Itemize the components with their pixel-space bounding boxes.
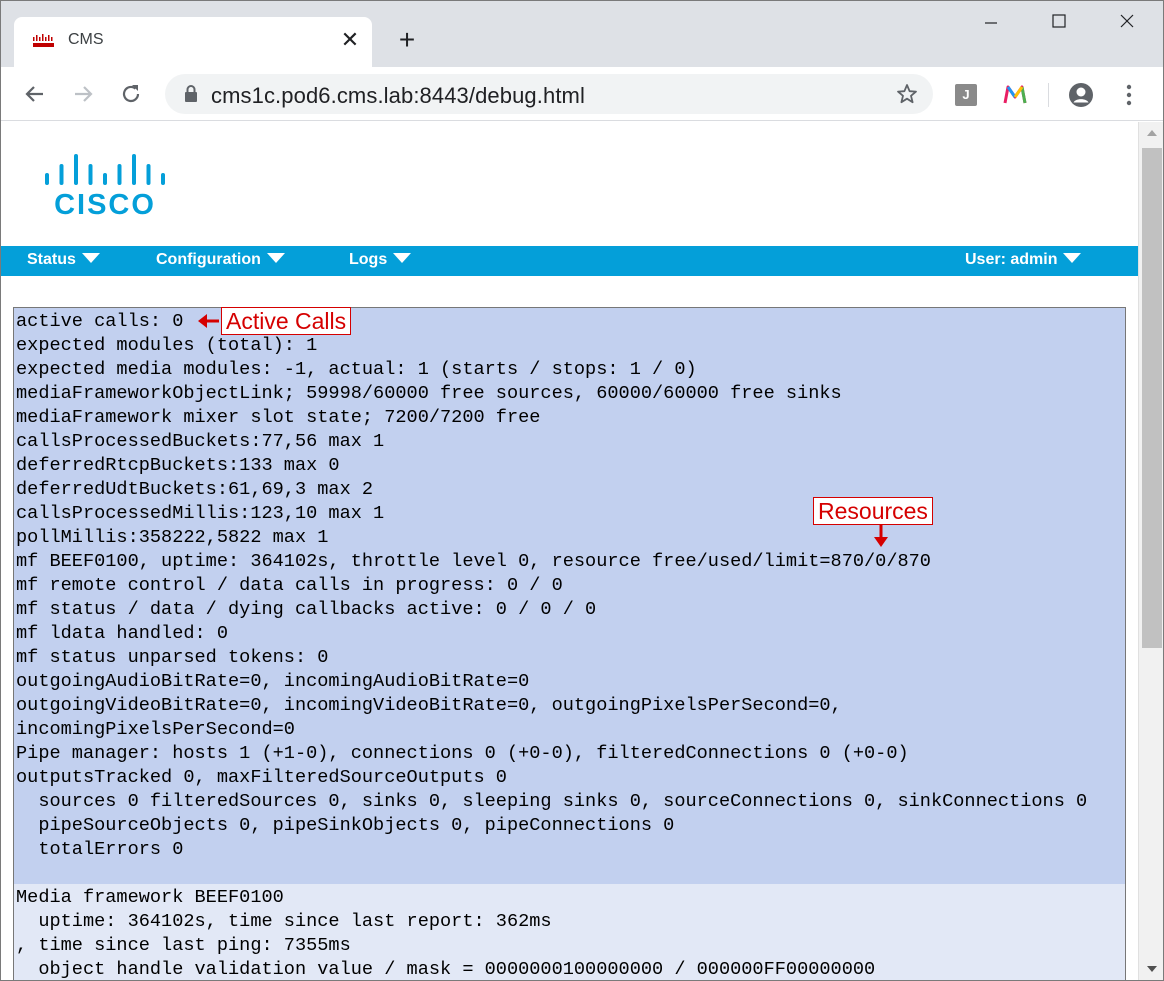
forward-arrow-icon [75,86,93,102]
debug-line: outgoingVideoBitRate=0, incomingVideoBit… [16,695,842,716]
reload-icon [122,85,140,103]
lock-icon [185,85,197,102]
maximize-button[interactable] [1039,13,1079,39]
minimize-icon [985,22,997,24]
back-arrow-icon [25,86,43,102]
debug-line: , time since last ping: 7355ms [16,935,351,956]
nav-user-label: User: admin [965,251,1058,268]
debug-line: expected media modules: -1, actual: 1 (s… [16,359,697,380]
nav-user-menu[interactable]: User: admin [965,251,1082,269]
annotation-arrow-left-icon [198,314,219,328]
tab-close-icon[interactable]: ✕ [338,29,362,53]
debug-line: Media framework BEEF0100 [16,887,284,908]
url-text: cms1c.pod6.cms.lab:8443/debug.html [211,83,585,108]
toolbar-separator [1048,83,1049,107]
debug-line: pipeSourceObjects 0, pipeSinkObjects 0, … [16,815,675,836]
debug-line: mf status / data / dying callbacks activ… [16,599,597,620]
annotation-arrow-down-icon [874,525,888,547]
debug-line: deferredRtcpBuckets:133 max 0 [16,455,340,476]
debug-line: Pipe manager: hosts 1 (+1-0), connection… [16,743,909,764]
debug-line: outputsTracked 0, maxFilteredSourceOutpu… [16,767,507,788]
debug-line: object handle validation value / mask = … [16,959,876,980]
nav-logs-menu[interactable]: Logs [349,251,412,269]
nav-configuration-label: Configuration [156,251,261,268]
dropdown-triangle-icon [81,253,100,263]
page-viewport: CISCO Status Configuration Logs User: ad… [1,122,1138,980]
forward-button[interactable] [68,79,98,109]
page-scrollbar[interactable] [1138,122,1163,980]
dropdown-triangle-icon [266,253,285,263]
dropdown-triangle-icon [1063,253,1082,263]
scroll-up-icon[interactable] [1147,130,1157,136]
browser-toolbar: cms1c.pod6.cms.lab:8443/debug.html J [1,67,1163,121]
scrollbar-thumb[interactable] [1142,148,1162,648]
minimize-button[interactable] [971,13,1011,39]
annotation-resources: Resources [813,497,933,525]
nav-status-menu[interactable]: Status [27,251,100,269]
extension-j-icon[interactable]: J [955,84,977,106]
debug-line: sources 0 filteredSources 0, sinks 0, sl… [16,791,1088,812]
tab-strip: CMS ✕ + [1,1,1163,67]
nav-configuration-menu[interactable]: Configuration [156,251,285,269]
tab-cms[interactable]: CMS ✕ [14,17,372,67]
debug-line: callsProcessedMillis:123,10 max 1 [16,503,385,524]
debug-line: expected modules (total): 1 [16,335,318,356]
debug-line: mf ldata handled: 0 [16,623,229,644]
debug-line: mf status unparsed tokens: 0 [16,647,329,668]
debug-line: pollMillis:358222,5822 max 1 [16,527,329,548]
top-navbar: Status Configuration Logs User: admin [1,246,1138,276]
debug-line: deferredUdtBuckets:61,69,3 max 2 [16,479,374,500]
tab-title: CMS [68,31,104,48]
new-tab-icon[interactable]: + [393,26,421,55]
debug-line: mf BEEF0100, uptime: 364102s, throttle l… [16,551,931,572]
debug-output: active calls: 0 expected modules (total):… [13,307,1126,980]
logo-wordmark: CISCO [54,189,156,218]
debug-block-status: active calls: 0 expected modules (total):… [14,308,1125,884]
debug-line: outgoingAudioBitRate=0, incomingAudioBit… [16,671,530,692]
three-dot-menu-icon[interactable] [1119,81,1139,109]
debug-line: mediaFramework mixer slot state; 7200/72… [16,407,541,428]
debug-block-media-framework: Media framework BEEF0100 uptime: 364102s… [14,884,1125,980]
scroll-down-icon[interactable] [1147,966,1157,972]
browser-window: CMS ✕ + cms1c.pod6.cms.lab:8443/debug.ht… [0,0,1164,981]
account-circle-icon[interactable] [1067,81,1095,109]
nav-status-label: Status [27,251,76,268]
debug-line: incomingPixelsPerSecond=0 [16,719,295,740]
debug-line: uptime: 364102s, time since last report:… [16,911,552,932]
maximize-icon [1052,14,1066,28]
debug-line: mediaFrameworkObjectLink; 59998/60000 fr… [16,383,842,404]
close-icon [1120,14,1134,28]
close-window-button[interactable] [1107,13,1147,39]
nav-logs-label: Logs [349,251,388,268]
reload-button[interactable] [116,79,146,109]
annotation-active-calls: Active Calls [221,307,352,335]
debug-line: totalErrors 0 [16,839,184,860]
debug-line: active calls: 0 [16,311,184,332]
dropdown-triangle-icon [393,253,412,263]
debug-line: mf remote control / data calls in progre… [16,575,563,596]
extension-m-icon[interactable] [1001,81,1029,109]
back-button[interactable] [20,79,50,109]
address-bar[interactable]: cms1c.pod6.cms.lab:8443/debug.html [165,74,933,114]
cisco-logo: CISCO [45,154,165,218]
cisco-favicon-icon [33,34,54,47]
star-icon[interactable] [895,82,919,106]
debug-line: callsProcessedBuckets:77,56 max 1 [16,431,385,452]
